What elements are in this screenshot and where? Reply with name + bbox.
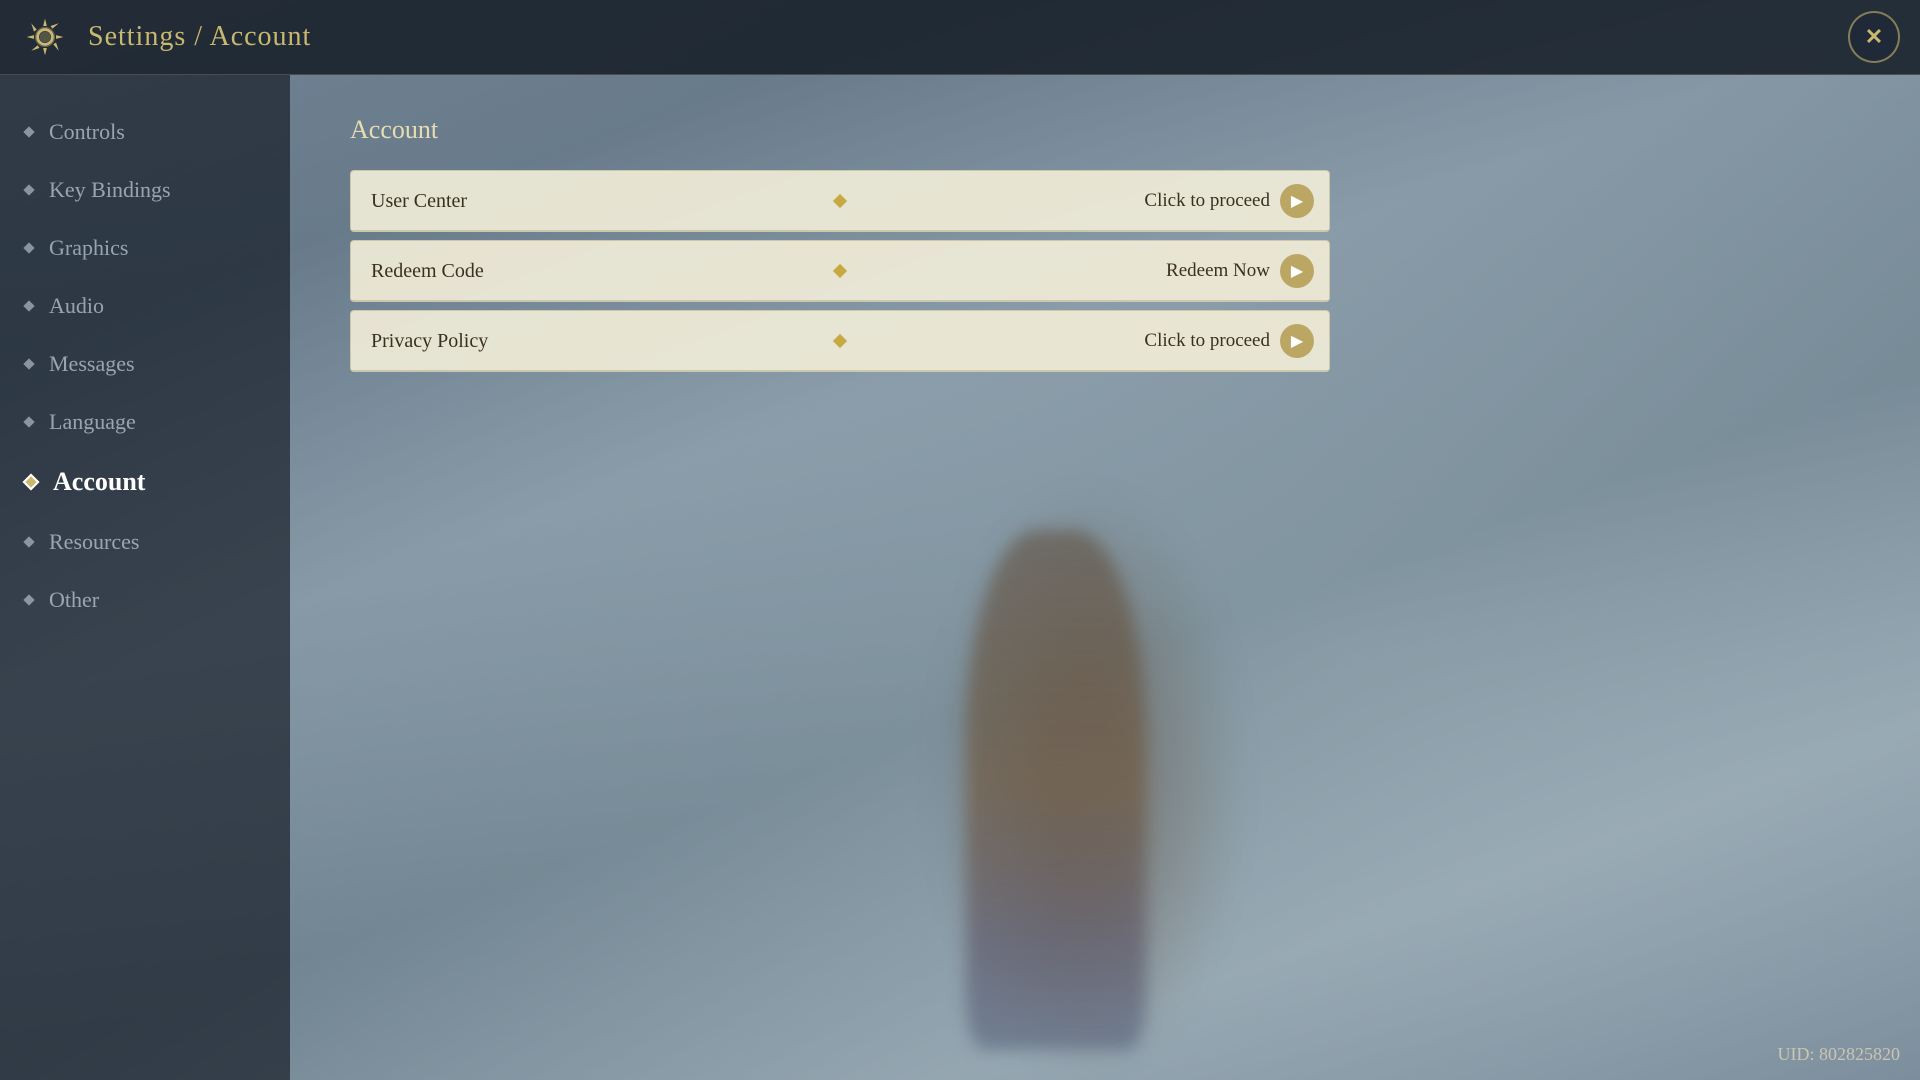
bullet-icon <box>23 184 34 195</box>
option-label-privacy-policy: Privacy Policy <box>351 330 488 353</box>
header-bar: Settings / Account ✕ <box>0 0 1920 75</box>
option-arrow-redeem-code: ▶ <box>1280 254 1314 288</box>
sidebar-item-account[interactable]: Account <box>0 453 290 511</box>
bullet-icon <box>23 300 34 311</box>
header-title: Settings / Account <box>88 21 311 53</box>
option-label-user-center: User Center <box>351 190 467 213</box>
sidebar-item-label: Other <box>49 587 99 613</box>
sidebar-item-label: Key Bindings <box>49 177 171 203</box>
sidebar-item-other[interactable]: Other <box>0 573 290 627</box>
bullet-icon <box>23 594 34 605</box>
option-action-user-center: Click to proceed <box>1144 190 1270 212</box>
option-row-redeem-code[interactable]: Redeem Code Redeem Now ▶ <box>350 240 1330 302</box>
option-label-redeem-code: Redeem Code <box>351 260 484 283</box>
sidebar: Controls Key Bindings Graphics Audio Message… <box>0 75 290 1080</box>
option-arrow-user-center: ▶ <box>1280 184 1314 218</box>
bullet-icon <box>23 358 34 369</box>
sidebar-item-label: Audio <box>49 293 104 319</box>
close-icon: ✕ <box>1865 24 1883 50</box>
sidebar-item-resources[interactable]: Resources <box>0 515 290 569</box>
settings-icon <box>20 12 70 62</box>
option-action-privacy-policy: Click to proceed <box>1144 330 1270 352</box>
row-separator-decoration <box>835 196 845 206</box>
gold-diamond-icon <box>833 194 847 208</box>
content-area: Account User CenterClick to proceed▶Rede… <box>290 75 1920 1080</box>
sidebar-item-label: Controls <box>49 119 125 145</box>
sidebar-item-language[interactable]: Language <box>0 395 290 449</box>
option-row-user-center[interactable]: User Center Click to proceed ▶ <box>350 170 1330 232</box>
option-action-redeem-code: Redeem Now <box>1166 260 1270 282</box>
sidebar-item-label: Messages <box>49 351 135 377</box>
sidebar-item-label: Account <box>53 467 145 497</box>
option-row-privacy-policy[interactable]: Privacy Policy Click to proceed ▶ <box>350 310 1330 372</box>
bullet-icon <box>23 416 34 427</box>
sidebar-item-controls[interactable]: Controls <box>0 105 290 159</box>
row-separator-decoration <box>835 266 845 276</box>
options-list: User CenterClick to proceed▶Redeem CodeR… <box>350 170 1860 372</box>
gold-diamond-icon <box>833 334 847 348</box>
sidebar-item-key-bindings[interactable]: Key Bindings <box>0 163 290 217</box>
row-separator-decoration <box>835 336 845 346</box>
sidebar-item-audio[interactable]: Audio <box>0 279 290 333</box>
sidebar-item-graphics[interactable]: Graphics <box>0 221 290 275</box>
sidebar-item-label: Language <box>49 409 136 435</box>
close-button[interactable]: ✕ <box>1848 11 1900 63</box>
option-arrow-privacy-policy: ▶ <box>1280 324 1314 358</box>
bullet-icon <box>23 242 34 253</box>
option-right-redeem-code: Redeem Now ▶ <box>1166 254 1329 288</box>
sidebar-item-messages[interactable]: Messages <box>0 337 290 391</box>
option-right-user-center: Click to proceed ▶ <box>1144 184 1329 218</box>
sidebar-item-label: Graphics <box>49 235 128 261</box>
sidebar-item-label: Resources <box>49 529 139 555</box>
bullet-icon <box>23 536 34 547</box>
option-right-privacy-policy: Click to proceed ▶ <box>1144 324 1329 358</box>
bullet-icon <box>23 474 40 491</box>
bullet-icon <box>23 126 34 137</box>
uid-label: UID: 802825820 <box>1778 1044 1901 1065</box>
section-title: Account <box>350 115 1860 145</box>
gold-diamond-icon <box>833 264 847 278</box>
main-content: Controls Key Bindings Graphics Audio Message… <box>0 75 1920 1080</box>
